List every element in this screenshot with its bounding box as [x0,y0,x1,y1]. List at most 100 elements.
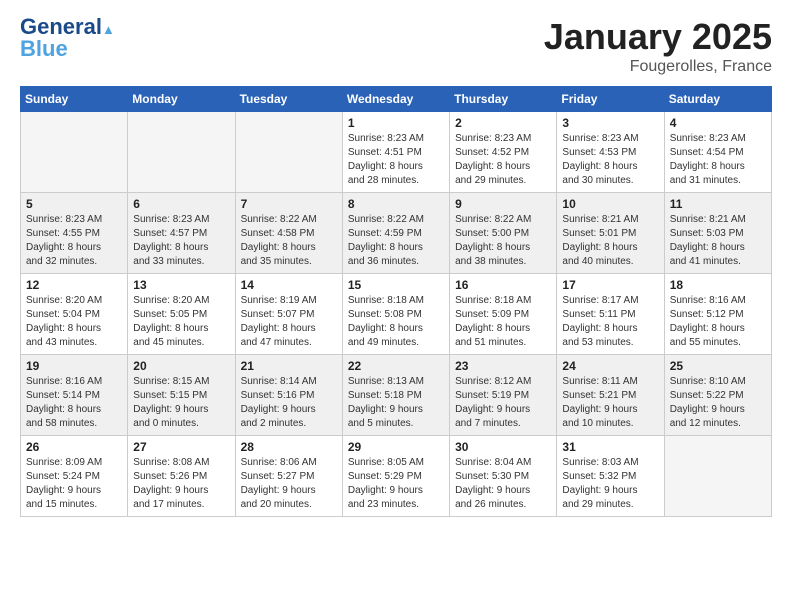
day-info: Sunrise: 8:13 AM Sunset: 5:18 PM Dayligh… [348,375,444,431]
calendar-week-row: 5Sunrise: 8:23 AM Sunset: 4:55 PM Daylig… [21,193,772,274]
table-row: 21 Sunrise: 8:14 AM Sunset: 5:16 PM Dayli… [235,355,342,436]
col-monday: Monday [128,87,235,112]
day-info: Sunrise: 8:18 AM Sunset: 5:09 PM Dayligh… [455,294,551,350]
day-info: Sunrise: 8:05 AM Sunset: 5:29 PM Dayligh… [348,456,444,512]
calendar-header-row: Sunday Monday Tuesday Wednesday Thursday… [21,87,772,112]
table-row: 31 Sunrise: 8:03 AM Sunset: 5:32 PM Dayli… [557,436,664,517]
day-number: 5 [26,197,122,211]
col-sunday: Sunday [21,87,128,112]
table-row: 23Sunrise: 8:12 AM Sunset: 5:19 PM Dayli… [450,355,557,436]
title-location: Fougerolles, France [544,58,772,76]
table-row: 5Sunrise: 8:23 AM Sunset: 4:55 PM Daylig… [21,193,128,274]
day-number: 9 [455,197,551,211]
table-row: 1 Sunrise: 8:23 AM Sunset: 4:51 PM Daylig… [342,112,449,193]
table-row: 14 Sunrise: 8:19 AM Sunset: 5:07 PM Dayli… [235,274,342,355]
table-row: 9 Sunrise: 8:22 AM Sunset: 5:00 PM Daylig… [450,193,557,274]
table-row [235,112,342,193]
day-info: Sunrise: 8:06 AM Sunset: 5:27 PM Dayligh… [241,456,337,512]
day-info: Sunrise: 8:17 AM Sunset: 5:11 PM Dayligh… [562,294,658,350]
day-number: 7 [241,197,337,211]
title-block: January 2025 Fougerolles, France [544,16,772,76]
table-row: 24Sunrise: 8:11 AM Sunset: 5:21 PM Dayli… [557,355,664,436]
day-number: 31 [562,440,658,454]
day-info: Sunrise: 8:22 AM Sunset: 5:00 PM Dayligh… [455,213,551,269]
day-info: Sunrise: 8:15 AM Sunset: 5:15 PM Dayligh… [133,375,229,431]
day-number: 15 [348,278,444,292]
day-info: Sunrise: 8:20 AM Sunset: 5:04 PM Dayligh… [26,294,122,350]
day-info: Sunrise: 8:23 AM Sunset: 4:57 PM Dayligh… [133,213,229,269]
col-saturday: Saturday [664,87,771,112]
day-info: Sunrise: 8:23 AM Sunset: 4:51 PM Dayligh… [348,132,444,188]
table-row: 6 Sunrise: 8:23 AM Sunset: 4:57 PM Daylig… [128,193,235,274]
table-row: 22 Sunrise: 8:13 AM Sunset: 5:18 PM Dayli… [342,355,449,436]
table-row: 15 Sunrise: 8:18 AM Sunset: 5:08 PM Dayli… [342,274,449,355]
calendar-week-row: 12 Sunrise: 8:20 AM Sunset: 5:04 PM Dayli… [21,274,772,355]
day-number: 12 [26,278,122,292]
table-row: 20 Sunrise: 8:15 AM Sunset: 5:15 PM Dayli… [128,355,235,436]
col-friday: Friday [557,87,664,112]
table-row: 12 Sunrise: 8:20 AM Sunset: 5:04 PM Dayli… [21,274,128,355]
calendar-week-row: 26 Sunrise: 8:09 AM Sunset: 5:24 PM Dayli… [21,436,772,517]
header: General▲ Blue January 2025 Fougerolles, … [20,16,772,76]
table-row: 3 Sunrise: 8:23 AM Sunset: 4:53 PM Daylig… [557,112,664,193]
table-row: 10Sunrise: 8:21 AM Sunset: 5:01 PM Dayli… [557,193,664,274]
day-info: Sunrise: 8:04 AM Sunset: 5:30 PM Dayligh… [455,456,551,512]
calendar-week-row: 1 Sunrise: 8:23 AM Sunset: 4:51 PM Daylig… [21,112,772,193]
calendar-table: Sunday Monday Tuesday Wednesday Thursday… [20,86,772,517]
day-info: Sunrise: 8:11 AM Sunset: 5:21 PM Dayligh… [562,375,658,431]
day-info: Sunrise: 8:09 AM Sunset: 5:24 PM Dayligh… [26,456,122,512]
day-number: 6 [133,197,229,211]
day-number: 26 [26,440,122,454]
day-info: Sunrise: 8:23 AM Sunset: 4:53 PM Dayligh… [562,132,658,188]
col-thursday: Thursday [450,87,557,112]
table-row: 27 Sunrise: 8:08 AM Sunset: 5:26 PM Dayli… [128,436,235,517]
table-row: 2Sunrise: 8:23 AM Sunset: 4:52 PM Daylig… [450,112,557,193]
table-row [664,436,771,517]
table-row: 19 Sunrise: 8:16 AM Sunset: 5:14 PM Dayli… [21,355,128,436]
table-row [21,112,128,193]
day-number: 8 [348,197,444,211]
day-number: 2 [455,116,551,130]
day-number: 14 [241,278,337,292]
day-info: Sunrise: 8:21 AM Sunset: 5:01 PM Dayligh… [562,213,658,269]
table-row: 17 Sunrise: 8:17 AM Sunset: 5:11 PM Dayli… [557,274,664,355]
logo-blue-text: Blue [20,38,68,60]
day-info: Sunrise: 8:08 AM Sunset: 5:26 PM Dayligh… [133,456,229,512]
table-row: 18Sunrise: 8:16 AM Sunset: 5:12 PM Dayli… [664,274,771,355]
table-row: 25Sunrise: 8:10 AM Sunset: 5:22 PM Dayli… [664,355,771,436]
day-number: 3 [562,116,658,130]
day-number: 28 [241,440,337,454]
table-row: 16Sunrise: 8:18 AM Sunset: 5:09 PM Dayli… [450,274,557,355]
table-row: 7Sunrise: 8:22 AM Sunset: 4:58 PM Daylig… [235,193,342,274]
col-tuesday: Tuesday [235,87,342,112]
day-number: 22 [348,359,444,373]
day-info: Sunrise: 8:23 AM Sunset: 4:54 PM Dayligh… [670,132,766,188]
day-info: Sunrise: 8:03 AM Sunset: 5:32 PM Dayligh… [562,456,658,512]
table-row: 13Sunrise: 8:20 AM Sunset: 5:05 PM Dayli… [128,274,235,355]
day-info: Sunrise: 8:16 AM Sunset: 5:14 PM Dayligh… [26,375,122,431]
table-row: 28 Sunrise: 8:06 AM Sunset: 5:27 PM Dayli… [235,436,342,517]
day-info: Sunrise: 8:19 AM Sunset: 5:07 PM Dayligh… [241,294,337,350]
day-info: Sunrise: 8:14 AM Sunset: 5:16 PM Dayligh… [241,375,337,431]
table-row: 4Sunrise: 8:23 AM Sunset: 4:54 PM Daylig… [664,112,771,193]
table-row [128,112,235,193]
page: General▲ Blue January 2025 Fougerolles, … [0,0,792,612]
day-number: 11 [670,197,766,211]
title-month: January 2025 [544,16,772,58]
table-row: 8Sunrise: 8:22 AM Sunset: 4:59 PM Daylig… [342,193,449,274]
day-number: 30 [455,440,551,454]
logo: General▲ Blue [20,16,115,60]
day-number: 25 [670,359,766,373]
day-number: 18 [670,278,766,292]
day-info: Sunrise: 8:18 AM Sunset: 5:08 PM Dayligh… [348,294,444,350]
day-number: 19 [26,359,122,373]
day-number: 21 [241,359,337,373]
logo-text: General▲ [20,16,115,38]
day-number: 29 [348,440,444,454]
day-number: 27 [133,440,229,454]
day-number: 20 [133,359,229,373]
table-row: 30 Sunrise: 8:04 AM Sunset: 5:30 PM Dayli… [450,436,557,517]
day-number: 1 [348,116,444,130]
day-number: 13 [133,278,229,292]
day-number: 17 [562,278,658,292]
